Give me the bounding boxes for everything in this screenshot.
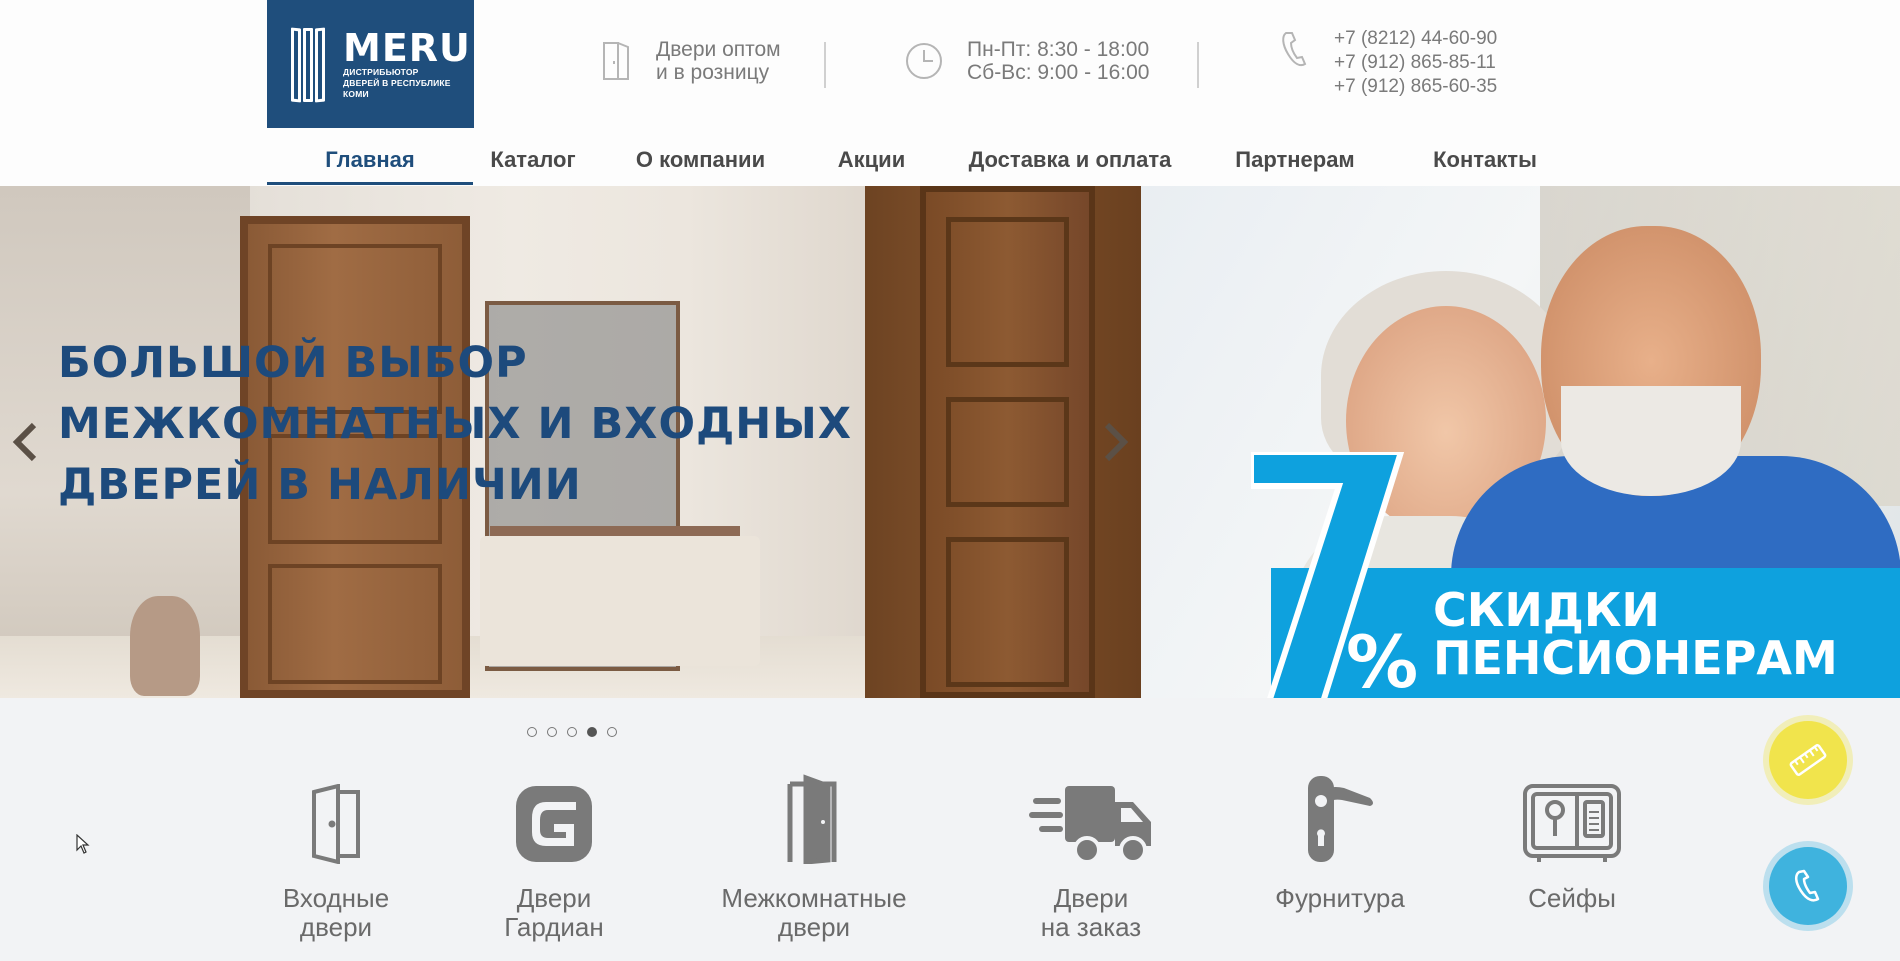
category-safes[interactable]: Сейфы <box>1523 778 1621 913</box>
promo-percent: % <box>1346 620 1419 698</box>
phone-2[interactable]: +7 (912) 865-85-11 <box>1334 51 1497 75</box>
slide-headline: БОЛЬШОЙ ВЫБОР МЕЖКОМНАТНЫХ И ВХОДНЫХ ДВЕ… <box>58 333 852 516</box>
nav-item-contacts[interactable]: Контакты <box>1385 145 1585 185</box>
headline-line3: ДВЕРЕЙ В НАЛИЧИИ <box>58 460 582 510</box>
vase-decor <box>130 596 200 696</box>
category-hardware[interactable]: Фурнитура <box>1260 776 1420 913</box>
nav-item-about[interactable]: О компании <box>593 145 808 185</box>
door-icon <box>603 42 629 80</box>
header-divider <box>1197 42 1199 88</box>
category-label: Входные двери <box>282 883 390 942</box>
promo-line1: СКИДКИ <box>1433 583 1660 637</box>
slider-dot-active[interactable] <box>587 727 597 737</box>
ruler-icon <box>1789 744 1827 776</box>
category-label: Двери Гардиан <box>504 883 604 942</box>
slide-door-image <box>865 186 1141 698</box>
delivery-truck-icon <box>1029 786 1151 864</box>
nav-item-home[interactable]: Главная <box>267 145 473 185</box>
category-label: Двери на заказ <box>1040 883 1142 942</box>
nav-item-promotions[interactable]: Акции <box>808 145 935 185</box>
wholesale-info: Двери оптом и в розницу <box>600 38 781 84</box>
hero-slider[interactable]: БОЛЬШОЙ ВЫБОР МЕЖКОМНАТНЫХ И ВХОДНЫХ ДВЕ… <box>0 186 1141 698</box>
callback-button[interactable] <box>1769 847 1847 925</box>
main-nav: Главная Каталог О компании Акции Доставк… <box>267 145 1585 185</box>
promo-text: СКИДКИ ПЕНСИОНЕРАМ <box>1433 586 1838 682</box>
phone-list: +7 (8212) 44-60-90 +7 (912) 865-85-11 +7… <box>1280 27 1497 99</box>
safe-icon <box>1523 784 1621 862</box>
headline-line2: МЕЖКОМНАТНЫХ И ВХОДНЫХ <box>58 399 852 449</box>
phone-handset-icon <box>1282 32 1307 67</box>
category-interior-doors[interactable]: Межкомнатные двери <box>714 774 914 942</box>
category-custom-doors[interactable]: Двери на заказ <box>1029 778 1153 942</box>
category-label: Фурнитура <box>1275 883 1405 913</box>
clock-icon <box>906 43 942 79</box>
hours-weekend: Сб-Вс: 9:00 - 16:00 <box>967 61 1150 84</box>
category-label: Межкомнатные двери <box>721 883 907 942</box>
category-entrance-doors[interactable]: Входные двери <box>266 778 406 942</box>
nav-item-partners[interactable]: Партнерам <box>1205 145 1385 185</box>
slider-dot[interactable] <box>547 727 557 737</box>
category-label: Сейфы <box>1528 883 1616 913</box>
phone-1[interactable]: +7 (8212) 44-60-90 <box>1334 27 1497 51</box>
phone-3[interactable]: +7 (912) 865-60-35 <box>1334 75 1497 99</box>
wholesale-line2: и в розницу <box>656 61 770 84</box>
wholesale-line1: Двери оптом <box>656 38 781 61</box>
entrance-door-icon <box>312 784 360 864</box>
phone-icon <box>1795 869 1820 902</box>
guardian-logo-icon <box>516 786 592 862</box>
measure-request-button[interactable] <box>1769 721 1847 799</box>
logo-name: MERU <box>343 25 471 70</box>
slider-dot[interactable] <box>607 727 617 737</box>
logo[interactable]: MERU ДИСТРИБЬЮТОР ДВЕРЕЙ В РЕСПУБЛИКЕ КО… <box>267 0 474 128</box>
headline-line1: БОЛЬШОЙ ВЫБОР <box>58 338 528 388</box>
slider-dots <box>527 727 617 737</box>
mouse-cursor-icon <box>76 834 90 854</box>
door-handle-icon <box>1308 776 1373 862</box>
slider-next-arrow-icon[interactable] <box>1103 422 1129 462</box>
slider-prev-arrow-icon[interactable] <box>12 422 38 462</box>
interior-door-icon <box>787 774 837 864</box>
bed-image <box>480 536 760 666</box>
slider-dot[interactable] <box>527 727 537 737</box>
slider-dot[interactable] <box>567 727 577 737</box>
nav-item-catalog[interactable]: Каталог <box>473 145 593 185</box>
promo-banner[interactable]: % СКИДКИ ПЕНСИОНЕРАМ <box>1141 186 1900 698</box>
category-guardian-doors[interactable]: Двери Гардиан <box>494 778 614 942</box>
hours-weekdays: Пн-Пт: 8:30 - 18:00 <box>967 38 1150 61</box>
header-divider <box>824 42 826 88</box>
working-hours: Пн-Пт: 8:30 - 18:00 Сб-Вс: 9:00 - 16:00 <box>905 38 1149 84</box>
logo-subtitle: ДИСТРИБЬЮТОР ДВЕРЕЙ В РЕСПУБЛИКЕ КОМИ <box>343 66 451 99</box>
doors-logo-icon <box>289 24 333 104</box>
promo-line2: ПЕНСИОНЕРАМ <box>1433 631 1838 685</box>
nav-item-delivery[interactable]: Доставка и оплата <box>935 145 1205 185</box>
